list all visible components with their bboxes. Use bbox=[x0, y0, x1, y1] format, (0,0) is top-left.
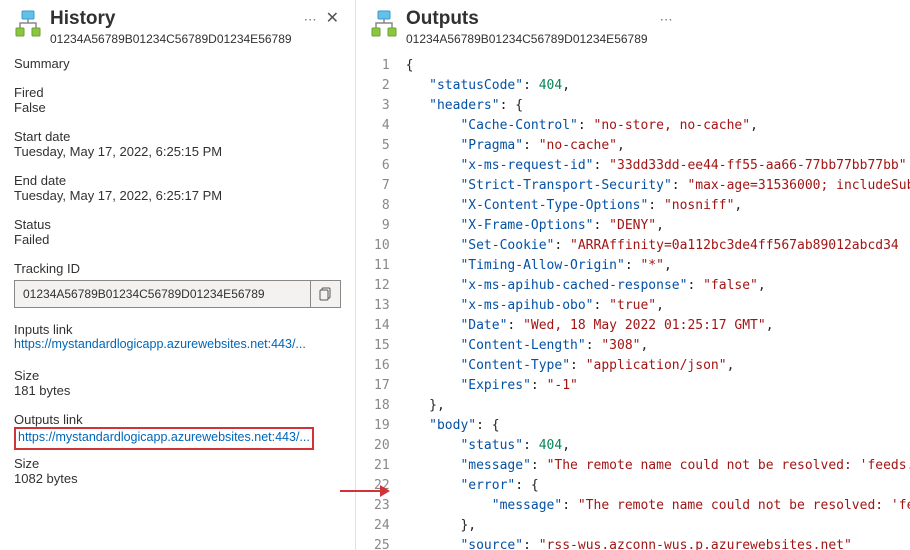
history-title: History bbox=[50, 8, 292, 30]
status-value: Failed bbox=[14, 232, 341, 247]
tracking-id-field: 01234A56789B01234C56789D01234E56789 bbox=[14, 280, 341, 308]
outputs-link-label: Outputs link bbox=[14, 412, 341, 427]
inputs-size-label: Size bbox=[14, 368, 341, 383]
status-label: Status bbox=[14, 217, 341, 232]
history-header: History 01234A56789B01234C56789D01234E56… bbox=[14, 8, 341, 46]
copy-button[interactable] bbox=[310, 281, 340, 307]
outputs-title: Outputs bbox=[406, 8, 648, 30]
more-icon[interactable]: ⋯ bbox=[660, 12, 673, 28]
callout-arrow-icon bbox=[340, 482, 390, 500]
outputs-header: Outputs 01234A56789B01234C56789D01234E56… bbox=[370, 8, 910, 46]
start-date-value: Tuesday, May 17, 2022, 6:25:15 PM bbox=[14, 144, 341, 159]
logic-app-icon bbox=[370, 10, 398, 38]
end-date-label: End date bbox=[14, 173, 341, 188]
fired-label: Fired bbox=[14, 85, 341, 100]
outputs-size-label: Size bbox=[14, 456, 341, 471]
outputs-id: 01234A56789B01234C56789D01234E56789 bbox=[406, 32, 648, 46]
inputs-link[interactable]: https://mystandardlogicapp.azurewebsites… bbox=[14, 337, 306, 351]
tracking-id-value[interactable]: 01234A56789B01234C56789D01234E56789 bbox=[15, 287, 310, 301]
line-gutter: 1234567891011121314151617181920212223242… bbox=[370, 56, 406, 550]
inputs-link-label: Inputs link bbox=[14, 322, 341, 337]
start-date-label: Start date bbox=[14, 129, 341, 144]
history-panel: ✕ History 01234A56789B01234C56789D01234E… bbox=[0, 0, 356, 550]
more-icon[interactable]: ⋯ bbox=[304, 12, 317, 28]
json-viewer[interactable]: 1234567891011121314151617181920212223242… bbox=[370, 56, 910, 550]
tracking-id-label: Tracking ID bbox=[14, 261, 341, 276]
outputs-panel: Outputs 01234A56789B01234C56789D01234E56… bbox=[356, 0, 910, 550]
end-date-value: Tuesday, May 17, 2022, 6:25:17 PM bbox=[14, 188, 341, 203]
close-button[interactable]: ✕ bbox=[320, 6, 345, 30]
copy-icon bbox=[319, 287, 333, 301]
summary-label: Summary bbox=[14, 56, 341, 71]
outputs-link-highlight: https://mystandardlogicapp.azurewebsites… bbox=[14, 427, 314, 450]
fired-value: False bbox=[14, 100, 341, 115]
code-content[interactable]: { "statusCode": 404, "headers": { "Cache… bbox=[406, 56, 910, 550]
history-id: 01234A56789B01234C56789D01234E56789 bbox=[50, 32, 292, 46]
outputs-link[interactable]: https://mystandardlogicapp.azurewebsites… bbox=[18, 430, 310, 444]
logic-app-icon bbox=[14, 10, 42, 38]
inputs-size-value: 181 bytes bbox=[14, 383, 341, 398]
outputs-size-value: 1082 bytes bbox=[14, 471, 341, 486]
